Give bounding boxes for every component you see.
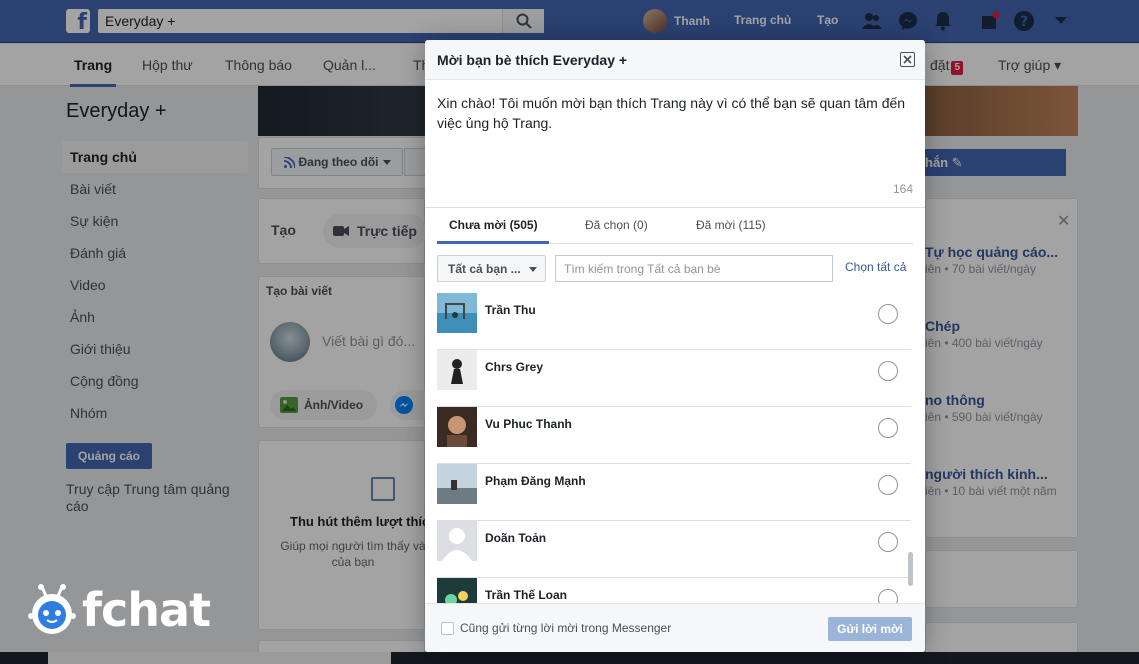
- list-item[interactable]: Vu Phuc Thanh: [437, 407, 911, 464]
- friend-name: Doãn Toản: [485, 531, 547, 545]
- friend-avatar: [437, 293, 477, 333]
- dialog-footer: Cũng gửi từng lời mời trong Messenger Gử…: [425, 603, 925, 652]
- invite-message-text: Xin chào! Tôi muốn mời bạn thích Trang n…: [437, 95, 906, 131]
- list-item[interactable]: Doãn Toản: [437, 521, 911, 578]
- friend-name: Phạm Đăng Mạnh: [485, 474, 586, 488]
- friend-select-radio[interactable]: [878, 418, 898, 438]
- filter-row: Tất cả bạn ... Chọn tất cả: [437, 255, 913, 283]
- list-scrollbar[interactable]: [908, 552, 913, 586]
- invite-friends-dialog: Mời bạn bè thích Everyday + Xin chào! Tô…: [425, 40, 925, 652]
- friend-avatar: [437, 464, 477, 504]
- fchat-watermark: fchat: [28, 583, 211, 637]
- friend-name: Trần Thu: [485, 303, 536, 317]
- send-invites-button[interactable]: Gửi lời mời: [828, 617, 912, 641]
- friend-avatar: [437, 350, 477, 390]
- tab-not-invited[interactable]: Chưa mời (505): [449, 218, 538, 232]
- friend-select-radio[interactable]: [878, 361, 898, 381]
- friend-select-radio[interactable]: [878, 532, 898, 552]
- friend-name: Chrs Grey: [485, 360, 544, 374]
- friend-avatar: [437, 521, 477, 561]
- friend-select-radio[interactable]: [878, 589, 898, 603]
- invite-tabs: Chưa mời (505) Đã chọn (0) Đã mời (115): [437, 208, 913, 244]
- friend-filter-value: Tất cả bạn ...: [448, 262, 521, 276]
- dialog-title: Mời bạn bè thích Everyday +: [437, 52, 628, 68]
- messenger-invite-label[interactable]: Cũng gửi từng lời mời trong Messenger: [460, 621, 671, 635]
- tab-invited[interactable]: Đã mời (115): [696, 218, 766, 232]
- select-all-link[interactable]: Chọn tất cả: [845, 260, 906, 274]
- friend-avatar: [437, 407, 477, 447]
- fchat-robot-logo-icon: [28, 584, 76, 634]
- list-item[interactable]: Phạm Đăng Mạnh: [437, 464, 911, 521]
- friend-search-input[interactable]: [555, 255, 833, 282]
- friend-avatar: [437, 578, 477, 603]
- fchat-wordmark: fchat: [82, 583, 211, 637]
- active-tab-indicator: [437, 241, 549, 244]
- list-item[interactable]: Trần Thế Loan: [437, 578, 911, 603]
- friend-name: Trần Thế Loan: [485, 588, 568, 602]
- char-count: 164: [892, 182, 913, 196]
- friend-select-radio[interactable]: [878, 304, 898, 324]
- friend-filter-dropdown[interactable]: Tất cả bạn ...: [437, 255, 546, 282]
- list-item[interactable]: Chrs Grey: [437, 350, 911, 407]
- chevron-down-icon: [529, 267, 537, 272]
- invite-message-textarea[interactable]: Xin chào! Tôi muốn mời bạn thích Trang n…: [425, 81, 925, 208]
- close-icon[interactable]: [900, 52, 915, 67]
- friend-name: Vu Phuc Thanh: [485, 417, 572, 431]
- friend-select-radio[interactable]: [878, 475, 898, 495]
- tab-selected[interactable]: Đã chọn (0): [585, 218, 648, 232]
- dialog-header: Mời bạn bè thích Everyday +: [425, 40, 925, 80]
- list-item[interactable]: Trần Thu: [437, 293, 911, 350]
- messenger-invite-checkbox[interactable]: [441, 622, 454, 635]
- friend-list[interactable]: Trần Thu Chrs Grey Vu Phuc Thanh Phạm Đă…: [437, 293, 913, 603]
